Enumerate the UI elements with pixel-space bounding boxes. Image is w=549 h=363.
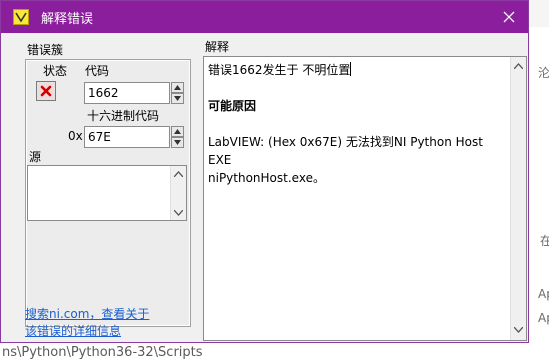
background-text: 在 bbox=[540, 234, 549, 248]
background-text: 沦 bbox=[538, 66, 549, 80]
hex-code-field[interactable]: 67E bbox=[84, 126, 170, 148]
code-label: 代码 bbox=[85, 64, 110, 78]
arrow-up-icon bbox=[174, 129, 181, 134]
scroll-up-icon[interactable] bbox=[514, 63, 523, 69]
search-ni-link[interactable]: 搜索ni.com，查看关于 该错误的详细信息 bbox=[25, 306, 149, 340]
explanation-label: 解释 bbox=[205, 40, 230, 54]
close-icon bbox=[503, 11, 515, 23]
window-title: 解释错误 bbox=[41, 12, 94, 27]
source-label: 源 bbox=[29, 150, 42, 164]
possible-causes-heading: 可能原因 bbox=[208, 99, 257, 113]
code-increment-button[interactable] bbox=[171, 82, 184, 93]
hex-increment-button[interactable] bbox=[171, 126, 184, 137]
error-x-icon bbox=[39, 84, 53, 98]
explanation-text: 错误1662发生于 不明位置 可能原因 LabVIEW: (Hex 0x67E)… bbox=[208, 61, 508, 187]
text-caret bbox=[350, 62, 352, 76]
scroll-down-icon[interactable] bbox=[514, 327, 523, 333]
code-decrement-button[interactable] bbox=[171, 93, 184, 104]
explanation-summary: 错误1662发生于 不明位置 bbox=[208, 63, 351, 77]
arrow-up-icon bbox=[174, 85, 181, 90]
hex-decrement-button[interactable] bbox=[171, 137, 184, 148]
source-scrollbar[interactable] bbox=[170, 166, 186, 220]
explanation-body-2: niPythonHost.exe。 bbox=[208, 171, 325, 185]
explanation-line-1: 错误1662发生于 不明位置 bbox=[208, 61, 508, 79]
status-indicator[interactable] bbox=[36, 81, 56, 101]
background-text: Ap bbox=[538, 287, 549, 301]
close-button[interactable] bbox=[490, 1, 528, 33]
labview-icon bbox=[13, 9, 29, 25]
arrow-down-icon bbox=[174, 140, 181, 145]
explanation-scrollbar[interactable] bbox=[510, 57, 526, 340]
code-field[interactable]: 1662 bbox=[84, 82, 170, 104]
arrow-down-icon bbox=[174, 96, 181, 101]
error-cluster-label: 错误簇 bbox=[27, 43, 64, 57]
scroll-down-icon[interactable] bbox=[174, 210, 183, 216]
explain-error-dialog: 解释错误 错误簇 状态 代码 1662 十六进制代码 0x 67E 源 搜索ni… bbox=[0, 0, 529, 343]
background-path: ns\Python\Python36-32\Scripts bbox=[0, 343, 549, 363]
link-line-1[interactable]: 搜索ni.com，查看关于 bbox=[25, 306, 149, 323]
source-field[interactable] bbox=[27, 165, 187, 221]
hex-code-stepper[interactable] bbox=[171, 126, 184, 148]
code-stepper[interactable] bbox=[171, 82, 184, 104]
link-line-2[interactable]: 该错误的详细信息 bbox=[25, 323, 149, 340]
explanation-box[interactable]: 错误1662发生于 不明位置 可能原因 LabVIEW: (Hex 0x67E)… bbox=[203, 56, 527, 341]
hex-prefix: 0x bbox=[68, 129, 83, 143]
explanation-body-1: LabVIEW: (Hex 0x67E) 无法找到NI Python Host … bbox=[208, 135, 483, 167]
scroll-up-icon[interactable] bbox=[174, 171, 183, 177]
background-text: Ap bbox=[538, 311, 549, 325]
hex-code-label: 十六进制代码 bbox=[87, 109, 160, 123]
status-label: 状态 bbox=[43, 64, 68, 78]
title-bar: 解释错误 bbox=[1, 1, 528, 33]
